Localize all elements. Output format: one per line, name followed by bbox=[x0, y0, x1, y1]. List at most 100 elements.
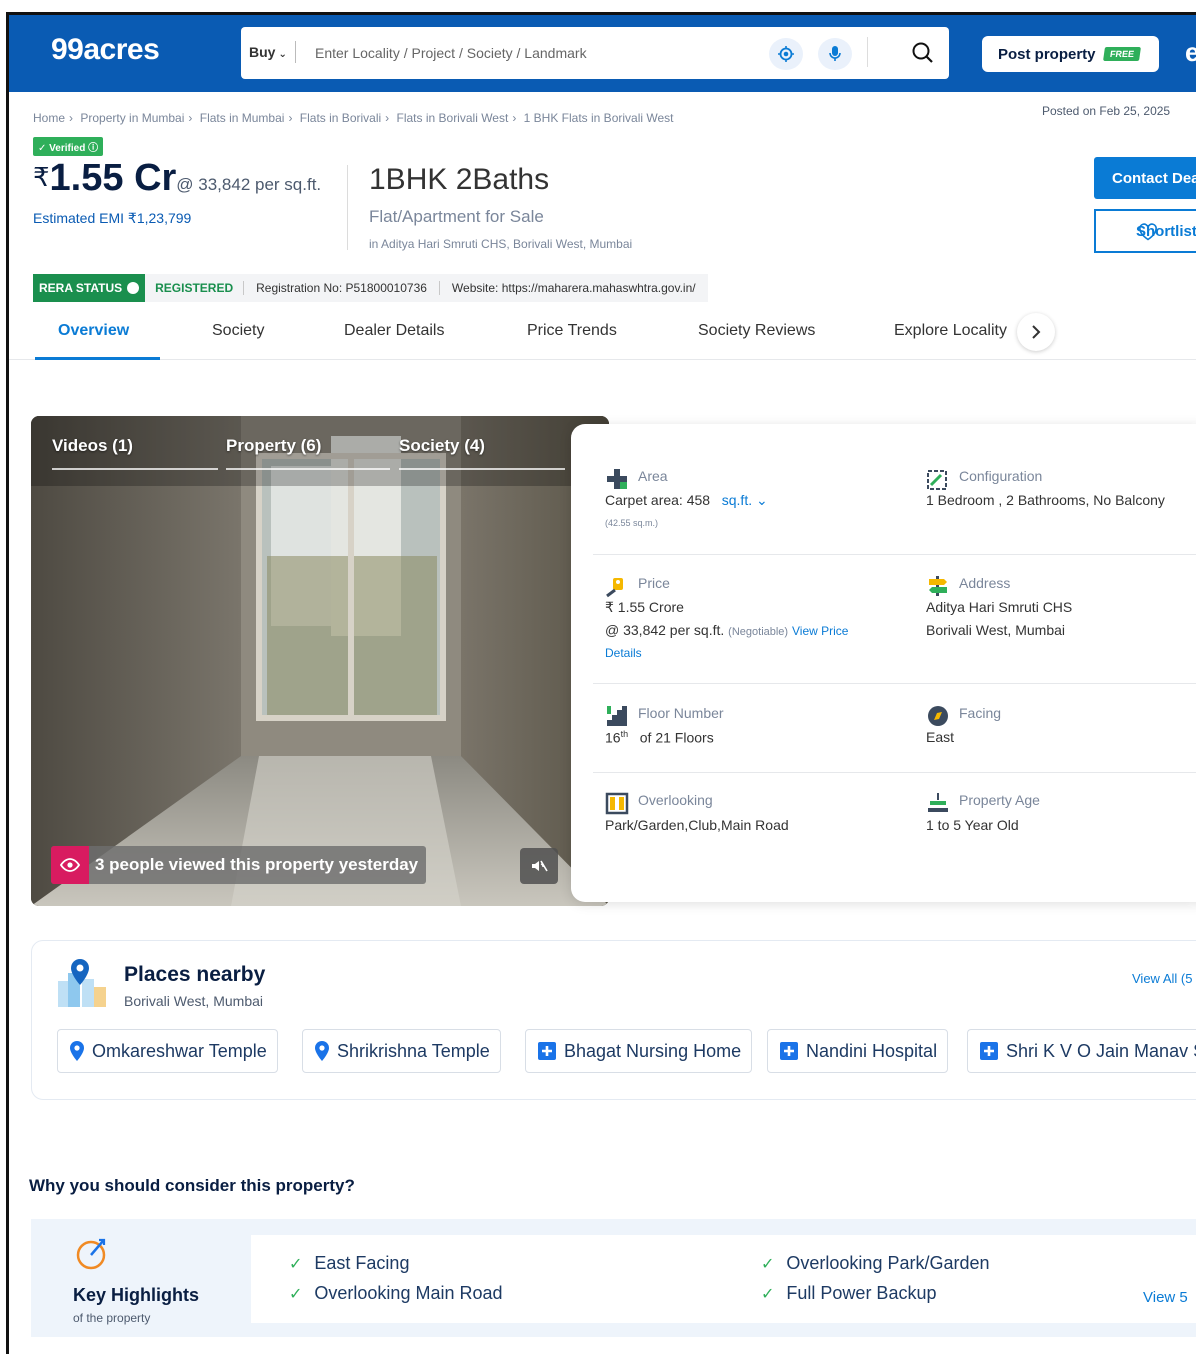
eye-icon bbox=[51, 846, 89, 884]
divider bbox=[347, 165, 348, 250]
tab-overview[interactable]: Overview bbox=[58, 322, 129, 340]
posted-date: Posted on Feb 25, 2025 bbox=[1042, 104, 1171, 118]
tab-dealer-details[interactable]: Dealer Details bbox=[344, 322, 444, 340]
speaker-muted-icon bbox=[532, 860, 548, 872]
section-tabs: Overview Society Dealer Details Price Tr… bbox=[9, 308, 1196, 360]
highlight-text: Full Power Backup bbox=[786, 1283, 937, 1303]
view-price-details-link[interactable]: Details bbox=[605, 646, 642, 660]
tab-explore-locality[interactable]: Explore Locality bbox=[894, 322, 1007, 340]
post-property-button[interactable]: Post property FREE bbox=[982, 36, 1159, 72]
breadcrumb-item[interactable]: Flats in Borivali West bbox=[397, 111, 509, 125]
chevron-right-icon: › bbox=[512, 111, 517, 125]
contact-dealer-button[interactable]: Contact Dealer bbox=[1094, 157, 1196, 199]
area-value: Carpet area: 458 sq.ft. ⌄ bbox=[605, 492, 768, 509]
highlight-text: East Facing bbox=[314, 1253, 410, 1273]
places-nearby-card: Places nearby Borivali West, Mumbai View… bbox=[31, 940, 1196, 1100]
why-consider-heading: Why you should consider this property? bbox=[29, 1176, 355, 1195]
overlooking-label: Overlooking bbox=[638, 792, 713, 808]
address-line-1: Aditya Hari Smruti CHS bbox=[926, 599, 1073, 615]
view-more-highlights-link[interactable]: View 5 bbox=[1143, 1289, 1188, 1306]
chevron-right-icon: › bbox=[188, 111, 193, 125]
property-age-label: Property Age bbox=[959, 792, 1040, 808]
place-name: Shrikrishna Temple bbox=[337, 1040, 490, 1061]
search-icon bbox=[912, 42, 933, 63]
tabs-next-button[interactable] bbox=[1017, 313, 1055, 351]
place-chip[interactable]: Shrikrishna Temple bbox=[302, 1029, 501, 1073]
free-badge: FREE bbox=[1102, 47, 1141, 61]
key-highlights-subtitle: of the property bbox=[73, 1311, 151, 1325]
price-per: @ 33,842 per sq.ft. bbox=[605, 622, 725, 638]
place-chip[interactable]: Shri K V O Jain Manav S bbox=[967, 1029, 1196, 1073]
area-icon bbox=[607, 469, 627, 489]
chevron-right-icon: › bbox=[288, 111, 293, 125]
divider bbox=[593, 683, 1196, 684]
place-chip[interactable]: Bhagat Nursing Home bbox=[525, 1029, 753, 1073]
breadcrumb-item[interactable]: Flats in Borivali bbox=[300, 111, 381, 125]
unit-label: sq.ft. bbox=[721, 492, 753, 508]
checkmark-icon: ✓ bbox=[289, 1255, 303, 1273]
site-logo[interactable]: 99acres bbox=[51, 33, 160, 67]
floor-label: Floor Number bbox=[638, 705, 724, 721]
hospital-cross-icon bbox=[980, 1042, 998, 1060]
view-all-places-link[interactable]: View All (5 bbox=[1132, 971, 1192, 986]
area-sqm: (42.55 sq.m.) bbox=[605, 518, 659, 528]
highlights-list: ✓ East Facing ✓ Overlooking Main Road ✓ Ove… bbox=[251, 1235, 1196, 1323]
hospital-cross-icon bbox=[780, 1042, 798, 1060]
locate-icon bbox=[778, 46, 794, 62]
post-property-label: Post property bbox=[998, 45, 1096, 63]
divider bbox=[295, 41, 296, 63]
divider bbox=[593, 772, 1196, 773]
estimated-emi-link[interactable]: Estimated EMI ₹1,23,799 bbox=[33, 210, 191, 227]
search-button[interactable] bbox=[906, 37, 940, 69]
shortlist-button[interactable]: Shortlist bbox=[1094, 209, 1196, 253]
listing-location: in Aditya Hari Smruti CHS, Borivali West… bbox=[369, 237, 633, 251]
highlight-item: ✓ Overlooking Park/Garden bbox=[761, 1253, 990, 1274]
target-icon bbox=[76, 1238, 106, 1270]
top-header: 99acres Buy ⌄ Enter Locality / Project / … bbox=[9, 15, 1196, 92]
search-bar[interactable]: Buy ⌄ Enter Locality / Project / Society … bbox=[241, 27, 949, 79]
tab-society-reviews[interactable]: Society Reviews bbox=[698, 322, 815, 340]
breadcrumb-item[interactable]: Flats in Mumbai bbox=[200, 111, 285, 125]
info-icon[interactable] bbox=[127, 282, 140, 294]
verified-label: Verified bbox=[49, 143, 86, 154]
place-chip[interactable]: Omkareshwar Temple bbox=[57, 1029, 278, 1073]
rera-registration-no: Registration No: P51800010736 bbox=[243, 281, 439, 295]
unit-selector[interactable]: sq.ft. ⌄ bbox=[722, 492, 768, 508]
facing-label: Facing bbox=[959, 705, 1002, 721]
heart-icon bbox=[1139, 223, 1157, 241]
tab-society[interactable]: Society bbox=[212, 322, 264, 340]
verified-badge: ✓ Verified ⓘ bbox=[33, 137, 104, 156]
property-media-gallery[interactable]: Videos (1) Property (6) Society (4) 3 pe… bbox=[31, 416, 609, 906]
page-frame: 99acres Buy ⌄ Enter Locality / Project / … bbox=[6, 12, 1196, 1354]
info-icon: ⓘ bbox=[88, 143, 99, 154]
tab-videos[interactable]: Videos (1) bbox=[52, 436, 133, 456]
breadcrumb-item[interactable]: Property in Mumbai bbox=[80, 111, 184, 125]
place-chip[interactable]: Nandini Hospital bbox=[767, 1029, 949, 1073]
breadcrumb-item[interactable]: Home bbox=[33, 111, 65, 125]
highlight-text: Overlooking Main Road bbox=[314, 1283, 503, 1303]
rera-website[interactable]: Website: https://maharera.mahaswhtra.gov… bbox=[438, 281, 708, 295]
tab-society-photos[interactable]: Society (4) bbox=[399, 436, 485, 456]
price-per-sqft-detail: @ 33,842 per sq.ft. (Negotiable) View Pr… bbox=[605, 622, 848, 638]
tab-underline bbox=[52, 468, 218, 470]
place-name: Bhagat Nursing Home bbox=[564, 1040, 742, 1061]
listing-subtitle: Flat/Apartment for Sale bbox=[369, 207, 544, 226]
building-age-icon bbox=[928, 793, 948, 812]
floor-value: 16th of 21 Floors bbox=[605, 729, 714, 746]
buy-dropdown[interactable]: Buy ⌄ bbox=[249, 44, 287, 60]
mute-button[interactable] bbox=[520, 848, 558, 884]
carpet-area: Carpet area: 458 bbox=[605, 492, 711, 508]
price-tag-icon bbox=[606, 578, 623, 598]
window-icon bbox=[605, 792, 629, 815]
locate-me-button[interactable] bbox=[769, 38, 803, 70]
user-menu-icon[interactable]: e bbox=[1185, 37, 1196, 68]
price-label: Price bbox=[638, 575, 670, 591]
tab-price-trends[interactable]: Price Trends bbox=[527, 322, 617, 340]
view-price-link[interactable]: View Price bbox=[792, 624, 848, 638]
voice-search-button[interactable] bbox=[818, 38, 852, 70]
search-input[interactable]: Enter Locality / Project / Society / Lan… bbox=[315, 45, 587, 61]
places-subtitle: Borivali West, Mumbai bbox=[124, 993, 264, 1009]
breadcrumb-item[interactable]: 1 BHK Flats in Borivali West bbox=[524, 111, 674, 125]
tab-property-photos[interactable]: Property (6) bbox=[226, 436, 321, 456]
buy-label: Buy bbox=[249, 44, 276, 60]
